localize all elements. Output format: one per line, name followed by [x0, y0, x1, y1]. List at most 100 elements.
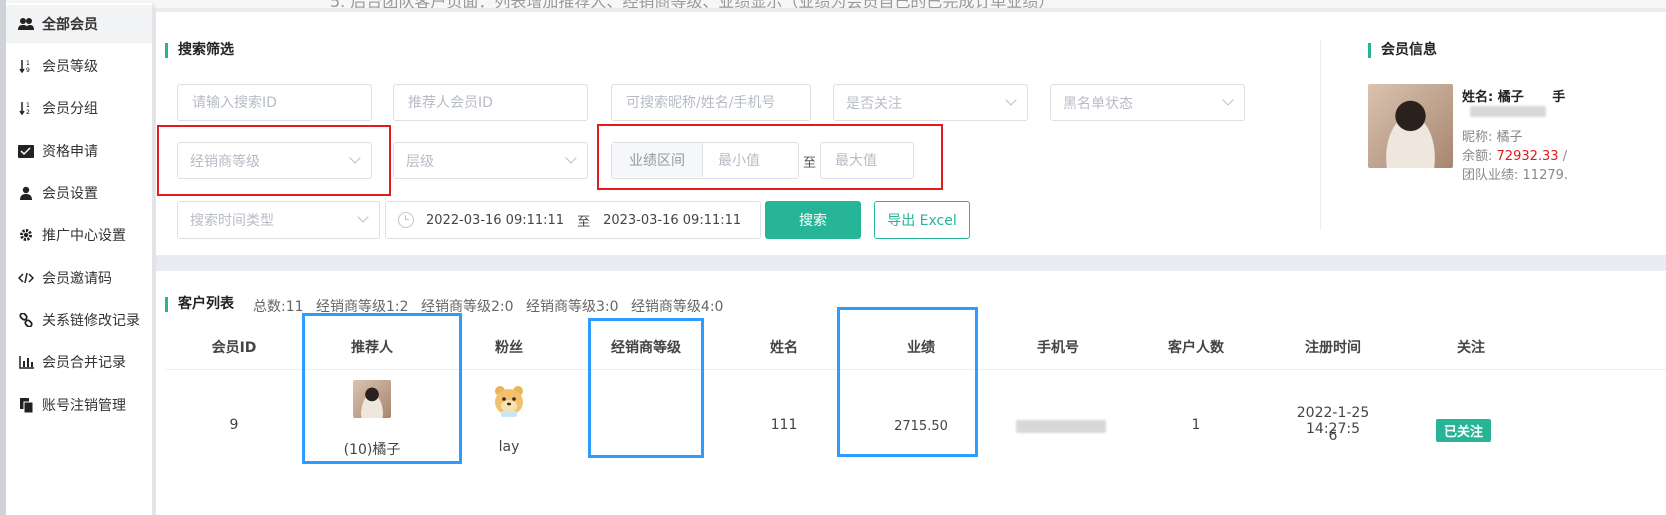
member-team-label: 团队业绩: [1462, 168, 1519, 183]
sort-numeric-icon: 19 [18, 58, 34, 74]
filter-title: 搜索筛选 [165, 43, 234, 58]
follow-select-value: 是否关注 [846, 95, 902, 112]
cell-customers: 1 [1191, 417, 1201, 433]
column-header-member-id[interactable]: 会员ID [194, 337, 274, 357]
member-name-label: 姓名: [1462, 90, 1494, 105]
date-range-picker[interactable]: 2022-03-16 09:11:11 至 2023-03-16 09:11:1… [385, 201, 761, 239]
column-header-register-time[interactable]: 注册时间 [1293, 337, 1373, 357]
sidebar-item-label: 会员设置 [42, 186, 98, 202]
sidebar-item-label: 资格申请 [42, 144, 98, 160]
member-info-title: 会员信息 [1368, 43, 1437, 58]
member-balance-suffix: / [1562, 149, 1568, 164]
keyword-input[interactable] [611, 84, 811, 121]
highlight-dealer-level-column [588, 318, 704, 458]
column-header-fans[interactable]: 粉丝 [469, 337, 549, 357]
clock-icon [398, 212, 414, 228]
export-excel-button[interactable]: 导出 Excel [874, 201, 970, 239]
code-icon [18, 270, 34, 286]
member-name-row: 姓名: 橘子 手 [1462, 86, 1565, 105]
phone-blurred [1016, 420, 1106, 433]
chevron-down-icon [565, 152, 577, 164]
member-name-value: 橘子 [1497, 90, 1524, 105]
member-balance-label: 余额: [1462, 149, 1493, 164]
blacklist-select[interactable]: 黑名单状态 [1050, 84, 1245, 121]
sidebar: 全部会员 19 会员等级 12 会员分组 资格申请 会员设置 推广中心设置 会员 [6, 3, 153, 515]
search-id-field[interactable] [190, 93, 359, 112]
tier-select-value: 层级 [406, 153, 434, 170]
bar-chart-icon [18, 354, 34, 370]
sidebar-item-invite-code[interactable]: 会员邀请码 [6, 259, 152, 297]
customer-list-title: 客户列表 [165, 297, 234, 312]
svg-text:2: 2 [26, 109, 30, 115]
fan-avatar-icon [492, 383, 526, 419]
sidebar-item-label: 推广中心设置 [42, 228, 126, 244]
cell-member-id: 9 [229, 417, 239, 433]
sidebar-item-label: 会员分组 [42, 101, 98, 117]
cell-name: 111 [770, 417, 798, 433]
sidebar-item-qualification[interactable]: 资格申请 [6, 132, 152, 170]
svg-text:9: 9 [26, 67, 30, 73]
chevron-down-icon [1005, 94, 1017, 106]
chevron-down-icon [357, 211, 369, 223]
time-type-select[interactable]: 搜索时间类型 [177, 201, 380, 239]
link-icon [18, 312, 34, 328]
column-header-follow[interactable]: 关注 [1431, 337, 1511, 357]
member-avatar [1368, 84, 1453, 168]
banner-text: 5. 后台团队客户页面：列表增加推荐人、经销商等级、业绩显示（业绩为会员自己的已… [330, 0, 1054, 8]
member-nickname-value: 橘子 [1496, 130, 1523, 145]
sidebar-item-account-cancel[interactable]: 账号注销管理 [6, 386, 152, 424]
date-end[interactable]: 2023-03-16 09:11:11 [603, 213, 741, 228]
member-balance-value: 72932.33 [1496, 149, 1559, 164]
sort-numeric-alt-icon: 12 [18, 100, 34, 116]
date-start[interactable]: 2022-03-16 09:11:11 [426, 213, 564, 228]
cell-register-time-line2: 6 [1328, 428, 1338, 444]
highlight-performance-range [597, 124, 943, 190]
inbox-icon [18, 143, 34, 159]
svg-text:1: 1 [26, 102, 30, 109]
highlight-dealer-level [157, 125, 391, 196]
member-nickname-label: 昵称: [1462, 130, 1493, 145]
stat-dealer-3: 经销商等级3:0 [525, 299, 619, 315]
stat-total: 总数:11 [253, 299, 304, 315]
highlight-referrer-column [302, 313, 462, 464]
search-id-input[interactable] [177, 84, 372, 121]
search-button[interactable]: 搜索 [765, 201, 861, 239]
column-header-name[interactable]: 姓名 [744, 337, 824, 357]
keyword-field[interactable] [624, 93, 798, 112]
sidebar-item-member-level[interactable]: 19 会员等级 [6, 47, 152, 85]
sidebar-item-member-settings[interactable]: 会员设置 [6, 174, 152, 212]
highlight-performance-column [837, 307, 978, 457]
panel-divider [1320, 40, 1321, 230]
stat-dealer-4: 经销商等级4:0 [630, 299, 724, 315]
blacklist-select-value: 黑名单状态 [1063, 95, 1133, 112]
tier-select[interactable]: 层级 [393, 142, 588, 179]
sidebar-item-label: 全部会员 [42, 17, 98, 33]
member-team-value: 11279. [1522, 168, 1569, 183]
chevron-down-icon [1222, 94, 1234, 106]
follow-select[interactable]: 是否关注 [833, 84, 1028, 121]
referrer-id-field[interactable] [406, 93, 575, 112]
gear-icon [18, 227, 34, 243]
time-type-select-value: 搜索时间类型 [190, 213, 274, 229]
sidebar-item-all-members[interactable]: 全部会员 [6, 5, 152, 43]
sidebar-item-label: 关系链修改记录 [42, 313, 140, 329]
date-separator: 至 [577, 214, 591, 230]
sidebar-item-label: 会员邀请码 [42, 271, 112, 287]
cell-fan[interactable]: lay [469, 439, 549, 455]
member-balance-row: 余额: 72932.33 / [1462, 145, 1567, 164]
member-phone-label: 手 [1552, 90, 1566, 105]
sidebar-item-promo-center[interactable]: 推广中心设置 [6, 216, 152, 254]
sidebar-item-label: 账号注销管理 [42, 398, 126, 414]
member-nickname-row: 昵称: 橘子 [1462, 126, 1523, 145]
sidebar-item-relation-log[interactable]: 关系链修改记录 [6, 301, 152, 339]
follow-status-badge: 已关注 [1436, 419, 1492, 442]
sidebar-item-label: 会员等级 [42, 59, 98, 75]
column-header-phone[interactable]: 手机号 [1018, 337, 1098, 357]
referrer-id-input[interactable] [393, 84, 588, 121]
column-header-customers[interactable]: 客户人数 [1156, 337, 1236, 357]
member-team-row: 团队业绩: 11279. [1462, 164, 1568, 183]
sidebar-item-member-group[interactable]: 12 会员分组 [6, 89, 152, 127]
member-phone-blurred [1470, 106, 1546, 117]
sidebar-item-merge-log[interactable]: 会员合并记录 [6, 343, 152, 381]
user-icon [18, 185, 34, 201]
